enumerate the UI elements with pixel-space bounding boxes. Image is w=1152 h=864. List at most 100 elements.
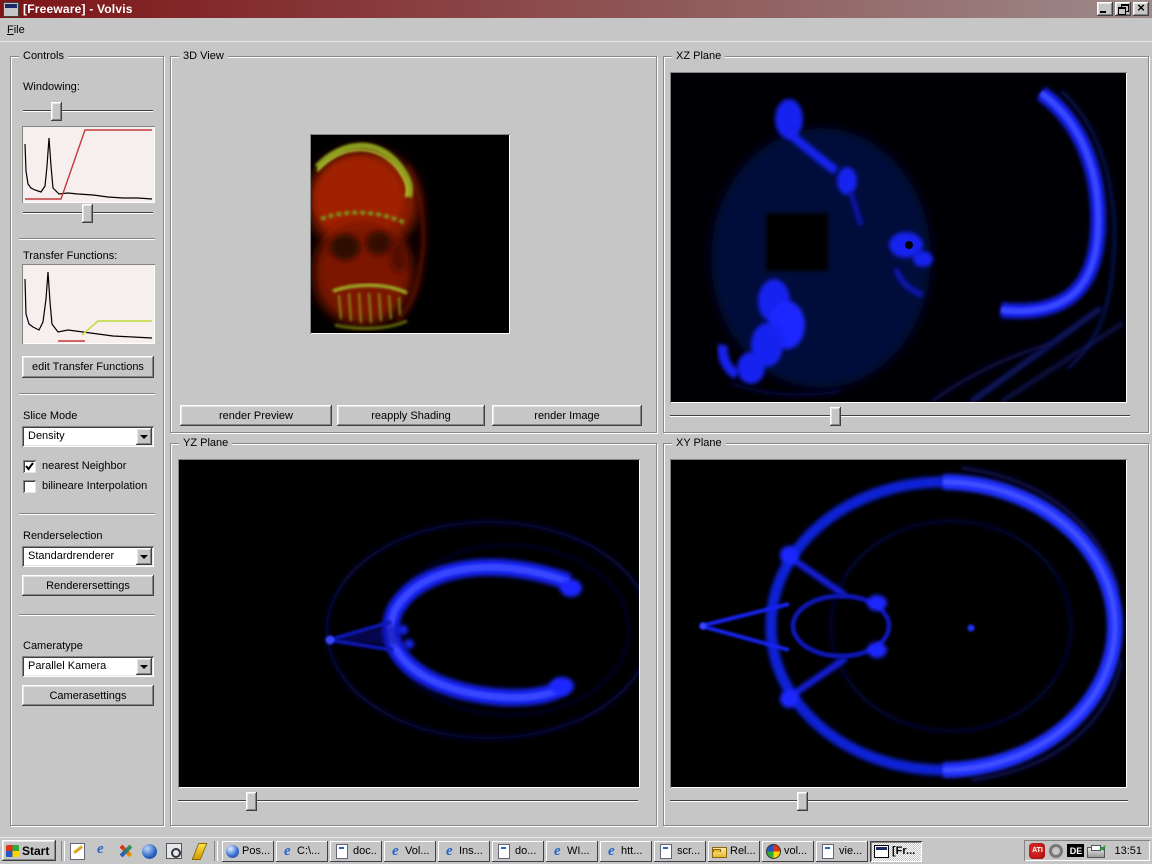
slider-thumb[interactable] [797, 792, 808, 811]
taskbar-task[interactable]: scr... [654, 841, 706, 862]
slice-mode-label: Slice Mode [23, 410, 77, 422]
xy-slider[interactable] [670, 792, 1128, 811]
utility-tray-icon[interactable] [1049, 844, 1063, 858]
chevron-down-icon[interactable] [136, 658, 152, 675]
renderselection-label: Renderselection [23, 530, 103, 542]
ati-tray-icon[interactable]: ATI [1029, 843, 1045, 859]
xz-plane-view[interactable] [670, 72, 1127, 403]
slider-track[interactable] [670, 415, 1130, 416]
color-x-icon[interactable] [117, 842, 135, 860]
taskbar-task[interactable]: C:\... [276, 841, 328, 862]
photopaint-icon [226, 845, 239, 858]
taskbar-task[interactable]: Rel... [708, 841, 760, 862]
menu-file[interactable]: File [0, 22, 32, 38]
window-icon [874, 845, 889, 858]
chevron-down-icon[interactable] [136, 428, 152, 445]
bolt-icon[interactable] [192, 843, 208, 860]
transfer-histogram [22, 264, 155, 344]
separator [19, 513, 155, 514]
taskbar-task[interactable]: vie... [816, 841, 868, 862]
nearest-neighbor-checkbox[interactable]: nearest Neighbor [23, 459, 126, 473]
windowing-histogram [22, 126, 155, 203]
slider-thumb[interactable] [82, 204, 93, 223]
taskbar-task[interactable]: Vol... [384, 841, 436, 862]
camera-combobox[interactable]: Parallel Kamera [22, 656, 154, 677]
taskbar-task[interactable]: do... [492, 841, 544, 862]
clock[interactable]: 13:51 [1114, 845, 1142, 857]
ie-icon [388, 844, 402, 858]
render-preview-button[interactable]: render Preview [180, 405, 332, 426]
taskbar-task[interactable]: [Fr... [870, 841, 922, 862]
separator [19, 238, 155, 239]
xy-plane-title: XY Plane [672, 436, 726, 450]
view3d-canvas[interactable] [310, 134, 510, 334]
ie-icon [604, 844, 618, 858]
separator [19, 393, 155, 394]
edit-transfer-functions-button[interactable]: edit Transfer Functions [22, 356, 154, 378]
ie-icon[interactable] [93, 842, 111, 860]
renderer-combobox[interactable]: Standardrenderer [22, 546, 154, 567]
ie-icon [550, 844, 564, 858]
taskbar-task[interactable]: WI... [546, 841, 598, 862]
checkmark-icon [25, 462, 34, 471]
ie-icon [280, 844, 294, 858]
doc-icon [498, 844, 510, 859]
bilinear-interpolation-checkbox[interactable]: bilineare Interpolation [23, 479, 147, 493]
xy-plane-group: XY Plane [663, 443, 1149, 826]
separator [19, 614, 155, 615]
yz-plane-group: YZ Plane [170, 443, 657, 826]
slider-track[interactable] [23, 110, 153, 111]
slice-mode-combobox[interactable]: Density [22, 426, 154, 447]
restore-icon[interactable] [1115, 2, 1131, 16]
close-icon[interactable] [1133, 2, 1149, 16]
keyboard-language-indicator[interactable]: DE [1067, 844, 1084, 857]
taskbar-task[interactable]: htt... [600, 841, 652, 862]
render-image-button[interactable]: render Image [492, 405, 642, 426]
task-buttons: Pos... C:\... doc... Vol... Ins... do...… [222, 838, 922, 864]
minimize-icon[interactable] [1097, 2, 1113, 16]
windows-flag-icon [6, 845, 19, 857]
swoosh-icon[interactable] [142, 844, 157, 859]
windowing-slider-bottom[interactable] [23, 204, 153, 223]
slider-track[interactable] [670, 800, 1128, 801]
window-titlebar[interactable]: [Freeware] - Volvis [0, 0, 1152, 18]
reapply-shading-button[interactable]: reapply Shading [337, 405, 485, 426]
renderersettings-button[interactable]: Renderersettings [22, 575, 154, 596]
checkbox-box[interactable] [23, 480, 36, 493]
doc-icon [822, 844, 834, 859]
window-title: [Freeware] - Volvis [23, 2, 133, 16]
controls-group: Controls Windowing: Transfer Functions: [10, 56, 164, 826]
start-button[interactable]: Start [2, 840, 56, 861]
controls-group-title: Controls [19, 49, 68, 63]
window-controls [1097, 2, 1149, 16]
desktop: [Freeware] - Volvis File Controls Window… [0, 0, 1152, 864]
camerasettings-button[interactable]: Camerasettings [22, 685, 154, 706]
yz-plane-view[interactable] [178, 459, 640, 788]
doc-icon [336, 844, 348, 859]
menubar: File [0, 18, 1152, 41]
view3d-group: 3D View [170, 56, 657, 433]
printer-tray-icon[interactable] [1087, 847, 1105, 858]
taskbar-task[interactable]: vol... [762, 841, 814, 862]
taskbar-task[interactable]: Ins... [438, 841, 490, 862]
xz-slider[interactable] [670, 407, 1130, 426]
windowing-slider-top[interactable] [23, 102, 153, 121]
xz-plane-title: XZ Plane [672, 49, 725, 63]
yz-plane-title: YZ Plane [179, 436, 232, 450]
app-icon[interactable] [3, 2, 19, 17]
view3d-group-title: 3D View [179, 49, 228, 63]
xy-plane-view[interactable] [670, 459, 1127, 788]
magnifier-icon[interactable] [166, 843, 182, 859]
quick-launch [68, 840, 209, 862]
checkbox-box[interactable] [23, 460, 36, 473]
taskbar-task[interactable]: doc... [330, 841, 382, 862]
slider-thumb[interactable] [51, 102, 62, 121]
ie-icon [442, 844, 456, 858]
edit-doc-icon[interactable] [70, 843, 85, 860]
taskbar-task[interactable]: Pos... [222, 841, 274, 862]
yz-slider[interactable] [178, 792, 638, 811]
slider-thumb[interactable] [246, 792, 257, 811]
chevron-down-icon[interactable] [136, 548, 152, 565]
doc-icon [660, 844, 672, 859]
slider-thumb[interactable] [830, 407, 841, 426]
